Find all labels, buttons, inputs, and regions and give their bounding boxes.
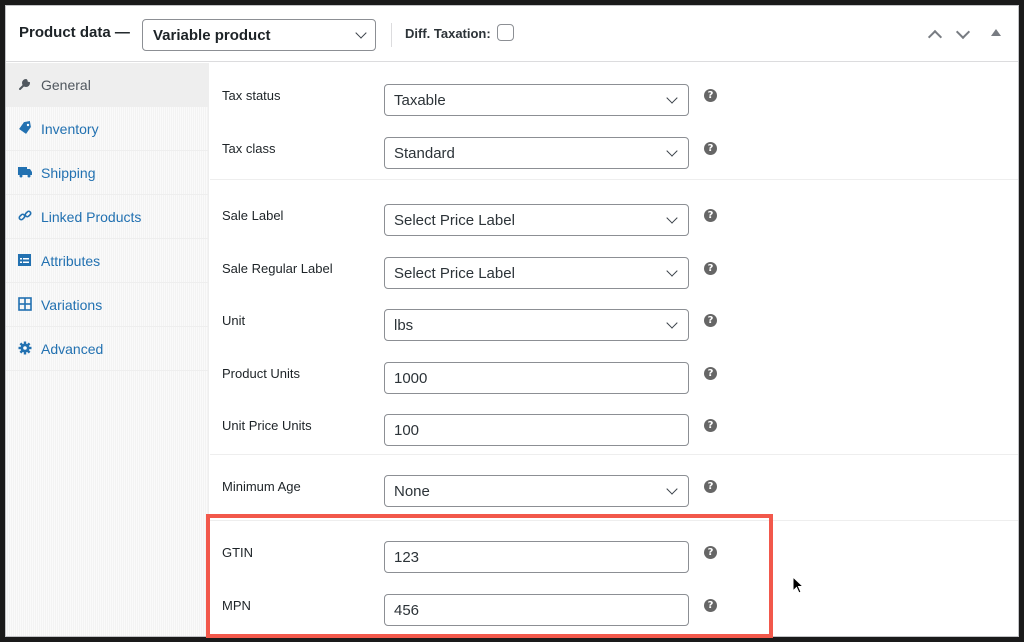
field-label: Tax class [222, 140, 276, 156]
help-icon[interactable]: ? [704, 141, 717, 155]
mpn-input[interactable]: 456 [384, 593, 689, 626]
chevron-down-icon [666, 212, 678, 224]
mouse-cursor-icon [792, 576, 805, 594]
price-label-group: Sale Label Select Price Label ? Sale Reg… [210, 180, 1018, 455]
tab-attributes[interactable]: Attributes [6, 239, 208, 283]
tag-icon [19, 121, 31, 134]
help-icon[interactable]: ? [704, 89, 717, 102]
select-value: lbs [394, 317, 414, 334]
tab-label: Variations [41, 297, 103, 313]
tab-linked-products[interactable]: Linked Products [6, 195, 208, 239]
field-label: Tax status [222, 88, 281, 103]
chevron-down-icon [355, 27, 367, 39]
tab-label: Inventory [41, 121, 99, 137]
gear-icon [18, 341, 32, 355]
gtin-input[interactable]: 123 [384, 541, 689, 573]
product-units-input[interactable]: 1000 [384, 361, 689, 394]
sale-label-select[interactable]: Select Price Label [384, 204, 689, 236]
tab-general[interactable]: General [6, 63, 208, 107]
field-minimum-age: Minimum Age None ? [210, 459, 1018, 512]
chevron-down-icon [666, 317, 678, 329]
age-group: Minimum Age None ? [210, 455, 1018, 521]
tax-class-select[interactable]: Standard [384, 136, 689, 169]
tax-status-select[interactable]: Taxable [384, 84, 689, 116]
truck-icon [18, 167, 32, 178]
minimum-age-select[interactable]: None [384, 475, 689, 507]
field-label: Product Units [222, 365, 301, 381]
list-icon [18, 254, 31, 266]
panel-title: Product data — [19, 24, 130, 41]
product-type-value: Variable product [153, 27, 271, 44]
field-sale-label: Sale Label Select Price Label ? [210, 188, 1018, 241]
help-icon[interactable]: ? [704, 209, 717, 222]
sale-regular-label-select[interactable]: Select Price Label [384, 256, 689, 289]
field-label: Sale Label [222, 208, 284, 223]
field-label: Unit [222, 313, 246, 328]
product-data-panel: Product data — Variable product Diff. Ta… [5, 5, 1019, 637]
general-options-panel: Tax status Taxable ? Tax class Standard … [210, 63, 1018, 636]
field-product-units: Product Units 1000 ? [210, 346, 1018, 399]
tab-label: General [41, 77, 91, 93]
move-up-button[interactable] [927, 26, 943, 42]
unit-price-units-input[interactable]: 100 [384, 414, 689, 446]
select-value: Select Price Label [394, 212, 515, 229]
diff-taxation-checkbox[interactable] [497, 24, 514, 41]
field-mpn: MPN 456 ? [210, 578, 1018, 631]
field-label: Unit Price Units [222, 418, 312, 433]
chevron-down-icon [666, 264, 678, 277]
product-data-header: Product data — Variable product Diff. Ta… [6, 6, 1018, 62]
chevron-down-icon [666, 144, 678, 157]
help-icon[interactable]: ? [704, 598, 717, 612]
move-down-button[interactable] [955, 26, 971, 42]
wrench-icon [19, 78, 31, 90]
help-icon[interactable]: ? [704, 546, 717, 559]
diff-taxation-label: Diff. Taxation: [405, 26, 491, 41]
chevron-down-icon [666, 92, 678, 104]
field-tax-status: Tax status Taxable ? [210, 68, 1018, 121]
chevron-down-icon [666, 483, 678, 495]
unit-select[interactable]: lbs [384, 309, 689, 341]
field-sale-regular-label: Sale Regular Label Select Price Label ? [210, 241, 1018, 294]
tax-group: Tax status Taxable ? Tax class Standard … [210, 63, 1018, 180]
tab-label: Attributes [41, 253, 101, 269]
select-value: Standard [394, 144, 455, 162]
input-value: 456 [394, 601, 420, 619]
tab-advanced[interactable]: Advanced [6, 327, 208, 371]
select-value: Taxable [394, 92, 446, 109]
divider [391, 23, 392, 47]
field-gtin: GTIN 123 ? [210, 525, 1018, 578]
tab-inventory[interactable]: Inventory [6, 107, 208, 151]
tab-label: Shipping [41, 165, 96, 181]
input-value: 123 [394, 549, 420, 566]
input-value: 1000 [394, 369, 428, 387]
tab-label: Advanced [41, 341, 104, 357]
help-icon[interactable]: ? [704, 480, 717, 493]
collapse-toggle-icon[interactable] [991, 29, 1001, 36]
tab-variations[interactable]: Variations [6, 283, 208, 327]
product-type-select[interactable]: Variable product [142, 19, 376, 51]
help-icon[interactable]: ? [704, 261, 717, 275]
product-data-tabs: General Inventory Shipping Linked Produc… [6, 63, 209, 636]
select-value: None [394, 483, 430, 500]
link-icon [18, 210, 32, 221]
field-label: Sale Regular Label [222, 260, 333, 276]
identifier-group: GTIN 123 ? MPN 456 ? [210, 521, 1018, 630]
tab-label: Linked Products [41, 209, 142, 225]
field-tax-class: Tax class Standard ? [210, 121, 1018, 174]
grid-icon [18, 297, 32, 311]
help-icon[interactable]: ? [704, 366, 717, 380]
field-unit-price-units: Unit Price Units 100 ? [210, 398, 1018, 451]
tab-shipping[interactable]: Shipping [6, 151, 208, 195]
field-label: Minimum Age [222, 479, 301, 494]
field-label: MPN [222, 597, 251, 613]
field-label: GTIN [222, 545, 254, 560]
input-value: 100 [394, 422, 420, 439]
field-unit: Unit lbs ? [210, 293, 1018, 346]
help-icon[interactable]: ? [704, 419, 717, 432]
select-value: Select Price Label [394, 264, 515, 282]
help-icon[interactable]: ? [704, 314, 717, 327]
